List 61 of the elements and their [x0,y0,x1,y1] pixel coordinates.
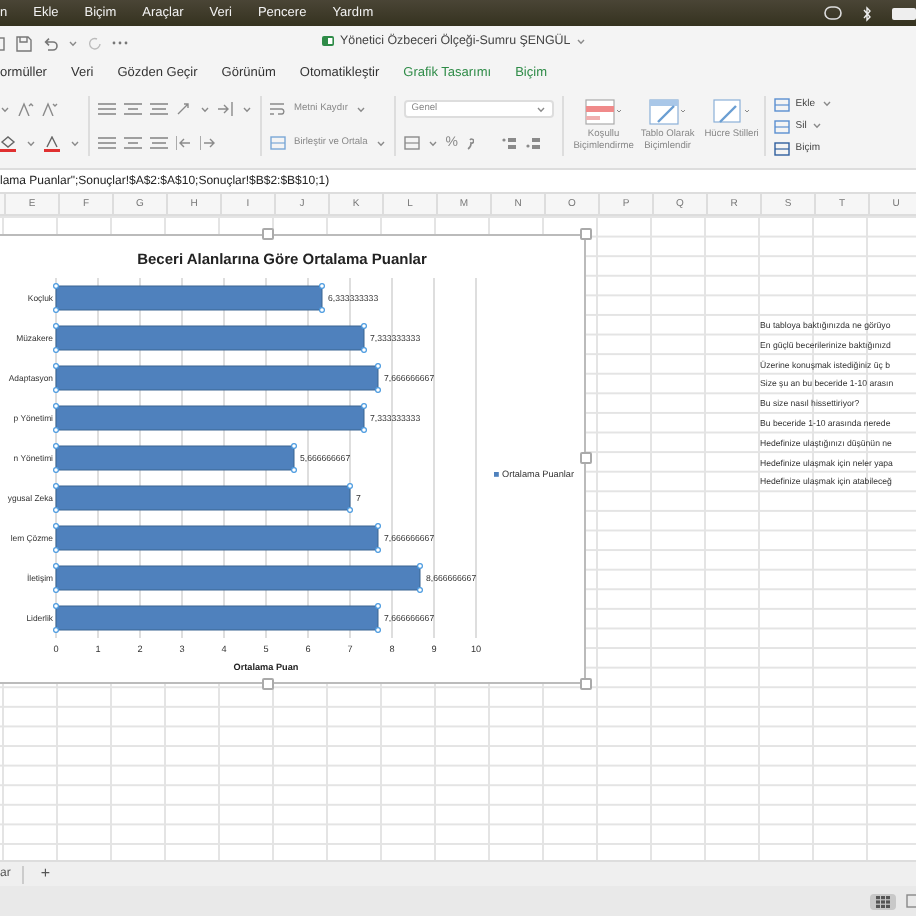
chart-area[interactable] [0,234,586,684]
resize-handle[interactable] [580,678,592,690]
resize-handle[interactable] [262,228,274,240]
resize-handle[interactable] [580,228,592,240]
caret-icon[interactable] [821,100,832,108]
bar[interactable] [55,325,365,351]
caret-icon[interactable] [427,139,438,147]
format-cells-icon[interactable] [773,141,790,155]
bluetooth-icon[interactable] [862,5,872,21]
save-icon[interactable] [16,35,32,51]
redo-icon[interactable] [88,35,102,51]
bar[interactable] [55,365,379,391]
align-middle-icon[interactable] [124,102,142,116]
shrink-font-icon[interactable] [42,102,58,116]
normal-view-icon[interactable] [876,895,890,907]
more-icon[interactable] [112,40,128,46]
bar[interactable] [55,405,365,431]
resize-handle[interactable] [262,678,274,690]
align-center-icon[interactable] [124,136,142,150]
caret-icon[interactable] [26,139,36,147]
decrease-decimal-icon[interactable] [526,136,543,150]
resize-handle[interactable] [580,452,592,464]
wrap-text-icon[interactable] [270,102,286,116]
add-sheet-button[interactable]: + [36,866,55,882]
comma-style-icon[interactable] [466,136,475,150]
font-size-caret-icon[interactable] [0,105,10,113]
bar[interactable] [55,565,421,591]
caret-icon[interactable] [242,105,252,113]
undo-icon[interactable] [42,35,58,51]
caret-icon[interactable] [200,105,210,113]
caret-icon[interactable] [812,122,823,130]
align-top-icon[interactable] [98,102,116,116]
grow-font-icon[interactable] [18,102,34,116]
title-caret-icon[interactable] [576,37,587,45]
bar[interactable] [55,285,323,311]
caret-icon[interactable] [375,139,386,147]
text-orientation-icon[interactable] [176,102,192,116]
bar[interactable] [55,605,379,631]
bar[interactable] [55,485,351,511]
align-right-icon[interactable] [150,136,168,150]
increase-indent-icon[interactable] [200,136,216,150]
currency-format-icon[interactable] [403,136,420,150]
bar[interactable] [55,445,295,471]
fill-color-icon[interactable] [0,135,18,151]
indent-icon[interactable] [218,102,234,116]
spreadsheet-icon [322,36,334,46]
caret-icon[interactable] [535,105,546,113]
battery-icon[interactable] [892,7,916,19]
align-bottom-icon[interactable] [150,102,168,116]
undo-menu-caret-icon[interactable] [68,39,78,47]
caret-icon[interactable] [70,139,80,147]
insert-cells-icon[interactable] [773,97,790,111]
bar[interactable] [55,525,379,551]
increase-decimal-icon[interactable] [502,136,519,150]
decrease-indent-icon[interactable] [176,136,192,150]
delete-cells-icon[interactable] [773,119,790,133]
align-left-icon[interactable] [98,136,116,150]
caret-icon[interactable] [355,105,366,113]
merge-cells-icon[interactable] [270,136,286,150]
font-color-icon[interactable] [44,135,62,151]
page-layout-icon[interactable] [906,894,916,908]
